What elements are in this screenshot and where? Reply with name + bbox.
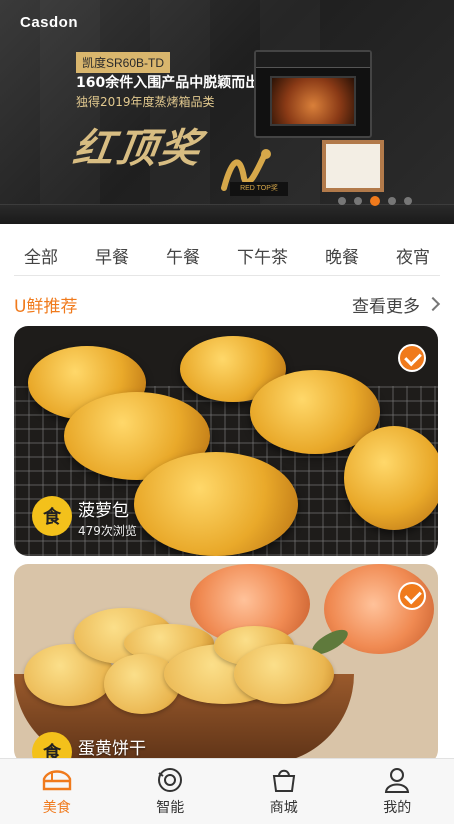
nav-label: 美食 — [42, 799, 71, 816]
recommend-section-header: U鲜推荐 查看更多 — [14, 290, 441, 318]
food-icon — [42, 769, 71, 790]
carousel-dots[interactable] — [338, 196, 412, 206]
banner-stripe — [40, 0, 100, 224]
bun-image — [134, 452, 298, 556]
view-more-label: 查看更多 — [352, 296, 420, 317]
tab-dinner[interactable]: 晚餐 — [315, 243, 369, 268]
banner-headline: 160余件入围产品中脱颖而出 — [76, 75, 260, 91]
oven-control-panel — [256, 52, 370, 68]
nav-shop[interactable]: 商城 — [244, 767, 324, 817]
checkmark-icon[interactable] — [398, 582, 426, 610]
tab-lunch[interactable]: 午餐 — [156, 243, 210, 268]
trophy-label: RED TOP奖 — [230, 182, 288, 196]
view-count: 479次浏览 — [78, 524, 137, 538]
bun-image — [344, 426, 438, 530]
nav-food[interactable]: 美食 — [17, 767, 97, 817]
nav-label: 商城 — [269, 799, 298, 816]
food-badge-icon: 食 — [32, 496, 72, 536]
model-tag: 凯度SR60B-TD — [76, 52, 171, 73]
biscuit-image — [234, 644, 334, 704]
tab-late-night[interactable]: 夜宵 — [386, 243, 440, 268]
bottom-nav: 美食 智能 商城 我的 — [0, 758, 454, 824]
tab-breakfast[interactable]: 早餐 — [85, 243, 139, 268]
carousel-dot[interactable] — [404, 197, 412, 205]
banner-subline: 独得2019年度蒸烤箱品类 — [76, 95, 215, 109]
checkmark-icon[interactable] — [398, 344, 426, 372]
chevron-right-icon — [425, 296, 441, 312]
recipe-card[interactable]: 食 蛋黄饼干 — [14, 564, 438, 764]
promo-banner[interactable]: Casdon 凯度SR60B-TD 160余件入围产品中脱颖而出 独得2019年… — [0, 0, 454, 224]
certificate-image — [322, 140, 384, 192]
smart-device-icon — [158, 767, 183, 792]
award-calligraphy: 红顶奖 — [70, 125, 206, 172]
recipe-card[interactable]: 食 菠萝包 479次浏览 — [14, 326, 438, 556]
view-more-link[interactable]: 查看更多 — [352, 292, 441, 317]
carousel-dot[interactable] — [388, 197, 396, 205]
section-title: U鲜推荐 — [14, 296, 78, 317]
tab-afternoon-tea[interactable]: 下午茶 — [227, 243, 298, 268]
nav-smart[interactable]: 智能 — [130, 767, 210, 817]
recipe-title: 菠萝包 — [78, 501, 129, 521]
carousel-dot-active[interactable] — [370, 196, 380, 206]
shopping-bag-icon — [272, 769, 295, 792]
banner-stripe — [150, 0, 210, 224]
brand-logo: Casdon — [20, 14, 79, 31]
profile-icon — [385, 767, 410, 793]
nav-label: 我的 — [383, 799, 412, 816]
carousel-dot[interactable] — [338, 197, 346, 205]
oven-image — [254, 50, 372, 138]
nav-label: 智能 — [156, 799, 185, 816]
tab-all[interactable]: 全部 — [14, 243, 68, 268]
meal-category-tabs: 全部 早餐 午餐 下午茶 晚餐 夜宵 — [14, 236, 440, 276]
banner-base — [0, 204, 454, 224]
nav-profile[interactable]: 我的 — [357, 767, 437, 817]
recipe-title: 蛋黄饼干 — [78, 739, 146, 759]
carousel-dot[interactable] — [354, 197, 362, 205]
oven-window — [270, 76, 356, 126]
